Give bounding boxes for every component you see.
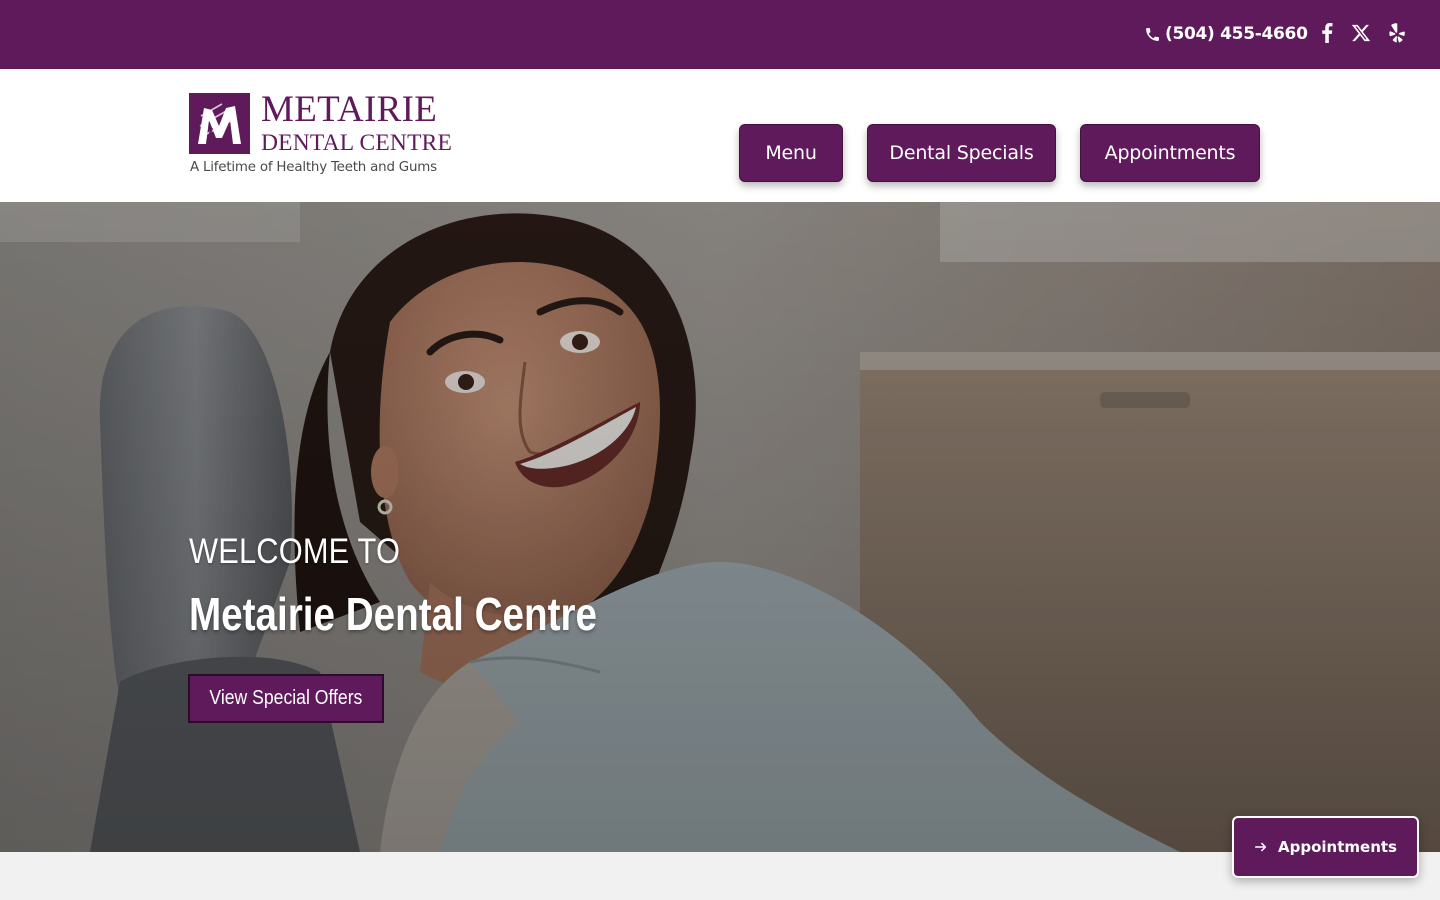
logo-name-line2: DENTAL CENTRE [261, 130, 453, 156]
menu-button[interactable]: Menu [739, 124, 843, 182]
hero-welcome-text: WELCOME TO [189, 532, 401, 571]
logo-tagline: A Lifetime of Healthy Teeth and Gums [190, 160, 437, 175]
floating-appointments-label: Appointments [1278, 838, 1397, 856]
arrow-right-icon [1254, 842, 1267, 852]
top-bar: (504) 455-4660 [0, 0, 1440, 69]
site-header: METAIRIE DENTAL CENTRE A Lifetime of Hea… [0, 69, 1440, 202]
hero-banner: WELCOME TO Metairie Dental Centre View S… [0, 202, 1440, 852]
hero-photo [0, 202, 1440, 852]
phone-icon [1146, 27, 1159, 41]
site-logo[interactable]: METAIRIE DENTAL CENTRE A Lifetime of Hea… [189, 89, 452, 182]
view-special-offers-button[interactable]: View Special Offers [188, 674, 384, 723]
appointments-button[interactable]: Appointments [1080, 124, 1260, 182]
x-twitter-icon[interactable] [1348, 20, 1374, 46]
logo-mark [189, 93, 250, 154]
floating-appointments-button[interactable]: Appointments [1232, 816, 1419, 878]
facebook-icon[interactable] [1314, 20, 1340, 46]
dental-specials-button[interactable]: Dental Specials [867, 124, 1056, 182]
logo-name-line1: METAIRIE [261, 89, 438, 130]
view-special-offers-label: View Special Offers [209, 687, 363, 709]
phone-link[interactable]: (504) 455-4660 [1144, 20, 1308, 48]
yelp-icon[interactable] [1384, 20, 1410, 46]
phone-number: (504) 455-4660 [1165, 24, 1308, 44]
hero-title: Metairie Dental Centre [189, 588, 597, 640]
